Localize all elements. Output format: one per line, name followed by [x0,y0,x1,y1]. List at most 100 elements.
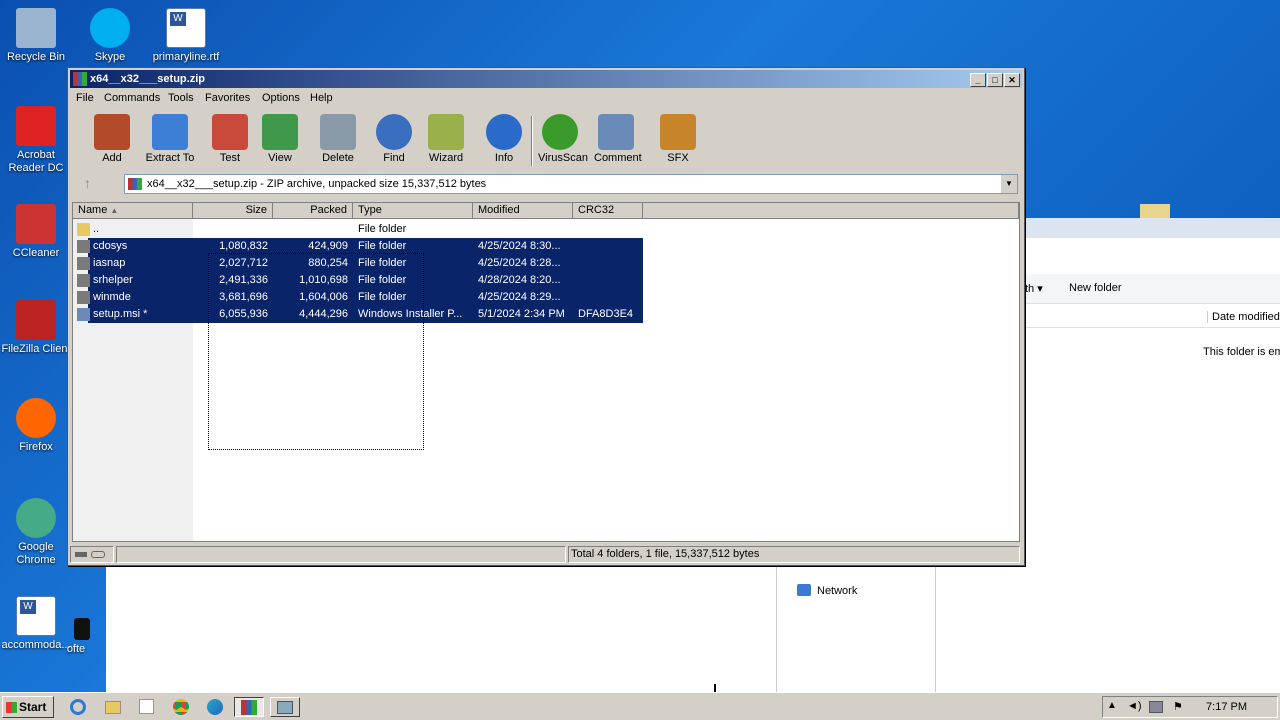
drive-status-panel[interactable] [70,546,114,563]
close-button[interactable]: ✕ [1004,73,1020,87]
toolbar-add-button[interactable]: Add [90,114,134,164]
menu-options[interactable]: Options [262,92,300,104]
test-clipboard-icon [212,114,248,150]
desktop-icon-firefox[interactable]: Firefox [0,398,72,454]
acrobat-icon [16,106,56,146]
column-packed[interactable]: Packed [273,203,353,219]
column-name[interactable]: Name ▲ [73,203,193,219]
folder-icon [77,257,90,270]
cell-name: iasnap [93,257,126,269]
title-bar[interactable]: x64__x32___setup.zip _ □ ✕ [70,70,1022,88]
toolbar-extract-to-button[interactable]: Extract To [142,114,198,164]
cell-name: cdosys [93,240,128,252]
skype-icon [90,8,130,48]
winrar-window: x64__x32___setup.zip _ □ ✕ File Commands… [67,67,1025,566]
column-filler [643,203,1019,219]
path-dropdown-arrow-icon[interactable]: ▼ [1001,175,1017,193]
parent-folder-icon [77,223,90,236]
cell-name: .. [93,223,100,235]
date-modified-column-header[interactable]: Date modified [1207,311,1280,323]
network-tray-icon[interactable] [1149,701,1163,713]
desktop-icon-label: Skype [94,51,126,63]
menu-favorites[interactable]: Favorites [205,92,250,104]
file-list: Name ▲ Size Packed Type Modified CRC32 .… [72,202,1020,542]
minimize-button[interactable]: _ [970,73,986,87]
empty-folder-message: This folder is em [1203,346,1280,358]
menu-commands[interactable]: Commands [104,92,160,104]
cursor-caret [714,684,716,692]
selection-marquee [208,253,424,450]
new-folder-button[interactable]: New folder [1069,282,1122,294]
wizard-wand-icon [428,114,464,150]
toolbar-delete-button[interactable]: Delete [316,114,360,164]
media-player-icon[interactable] [136,697,158,717]
column-type[interactable]: Type [353,203,473,219]
file-row[interactable]: .. File folder [73,221,1019,238]
desktop-icon-google-chrome[interactable]: Google Chrome [0,498,72,567]
start-button[interactable]: Start [2,696,54,718]
network-icon [797,584,811,596]
toolbar-test-button[interactable]: Test [208,114,252,164]
desktop-icon-label: Recycle Bin [6,51,66,63]
column-size[interactable]: Size [193,203,273,219]
action-center-flag-icon[interactable]: ⚑ [1173,700,1183,713]
toolbar-view-button[interactable]: View [258,114,302,164]
word-document-icon: W [16,596,56,636]
edge-taskbar-icon[interactable] [204,697,226,717]
explorer-taskbar-icon[interactable] [102,697,124,717]
menu-file[interactable]: File [76,92,94,104]
cell-name: setup.msi * [93,308,148,320]
desktop-icon-recycle-bin[interactable]: Recycle Bin [0,8,72,64]
desktop-icon-ofte[interactable]: ofte [58,596,94,656]
toolbar-label: VirusScan [538,152,588,164]
maximize-button[interactable]: □ [987,73,1003,87]
cell-crc: DFA8D3E4 [578,308,634,320]
toolbar-comment-button[interactable]: Comment [594,114,642,164]
desktop-icon-filezilla-client[interactable]: FileZilla Client [0,300,72,356]
cell-modified: 4/25/2024 8:29... [478,291,561,303]
network-nav-item[interactable]: Network [817,585,857,597]
clock[interactable]: 7:17 PM [1206,701,1247,713]
toolbar-sfx-button[interactable]: SFX [656,114,700,164]
add-archive-icon [94,114,130,150]
tray-expand-icon[interactable]: ▲ [1107,700,1117,711]
taskbar: Start ▲ ◄) ⚑ 7:17 PM [0,692,1280,720]
volume-icon[interactable]: ◄) [1127,700,1142,712]
menu-help[interactable]: Help [310,92,333,104]
toolbar-label: Info [494,152,514,164]
cell-modified: 4/28/2024 8:20... [478,274,561,286]
toolbar-info-button[interactable]: Info [482,114,526,164]
desktop-icon-label: FileZilla Client [1,343,71,355]
column-modified[interactable]: Modified [473,203,573,219]
desktop-icon-ccleaner[interactable]: CCleaner [0,204,72,260]
cell-name: winmde [93,291,131,303]
menu-tools[interactable]: Tools [168,92,194,104]
chrome-taskbar-icon[interactable] [170,697,192,717]
address-bar: ↑ x64__x32___setup.zip - ZIP archive, un… [72,172,1020,196]
toolbar-wizard-button[interactable]: Wizard [424,114,468,164]
folder-icon [77,274,90,287]
toolbar-label: Delete [322,152,354,164]
archive-path-field[interactable]: x64__x32___setup.zip - ZIP archive, unpa… [124,174,1018,194]
toolbar-virusscan-button[interactable]: VirusScan [538,114,588,164]
desktop-icon-skype[interactable]: Skype [74,8,146,64]
anyrun-watermark: ANY RUN [1036,606,1230,655]
toolbar-label: Test [219,152,241,164]
desktop-icon-primaryline-rtf[interactable]: Wprimaryline.rtf [150,8,222,64]
window-taskbar-button[interactable] [270,697,300,717]
ie-icon[interactable] [68,697,90,717]
windows-logo-icon [6,702,17,713]
toolbar-label: Add [102,152,122,164]
desktop-icon-label: ofte [66,643,86,655]
window-title: x64__x32___setup.zip [90,73,205,85]
winrar-taskbar-button[interactable] [234,697,264,717]
delete-trash-icon [320,114,356,150]
up-arrow-icon[interactable]: ↑ [84,175,91,191]
menu-bar: File Commands Tools Favorites Options He… [70,90,1022,108]
cell-modified: 4/25/2024 8:28... [478,257,561,269]
toolbar-find-button[interactable]: Find [372,114,416,164]
toolbar-label: View [268,152,292,164]
organize-partial-button[interactable]: th ▾ [1025,282,1043,295]
column-crc32[interactable]: CRC32 [573,203,643,219]
desktop-icon-acrobat-reader-dc[interactable]: Acrobat Reader DC [0,106,72,175]
